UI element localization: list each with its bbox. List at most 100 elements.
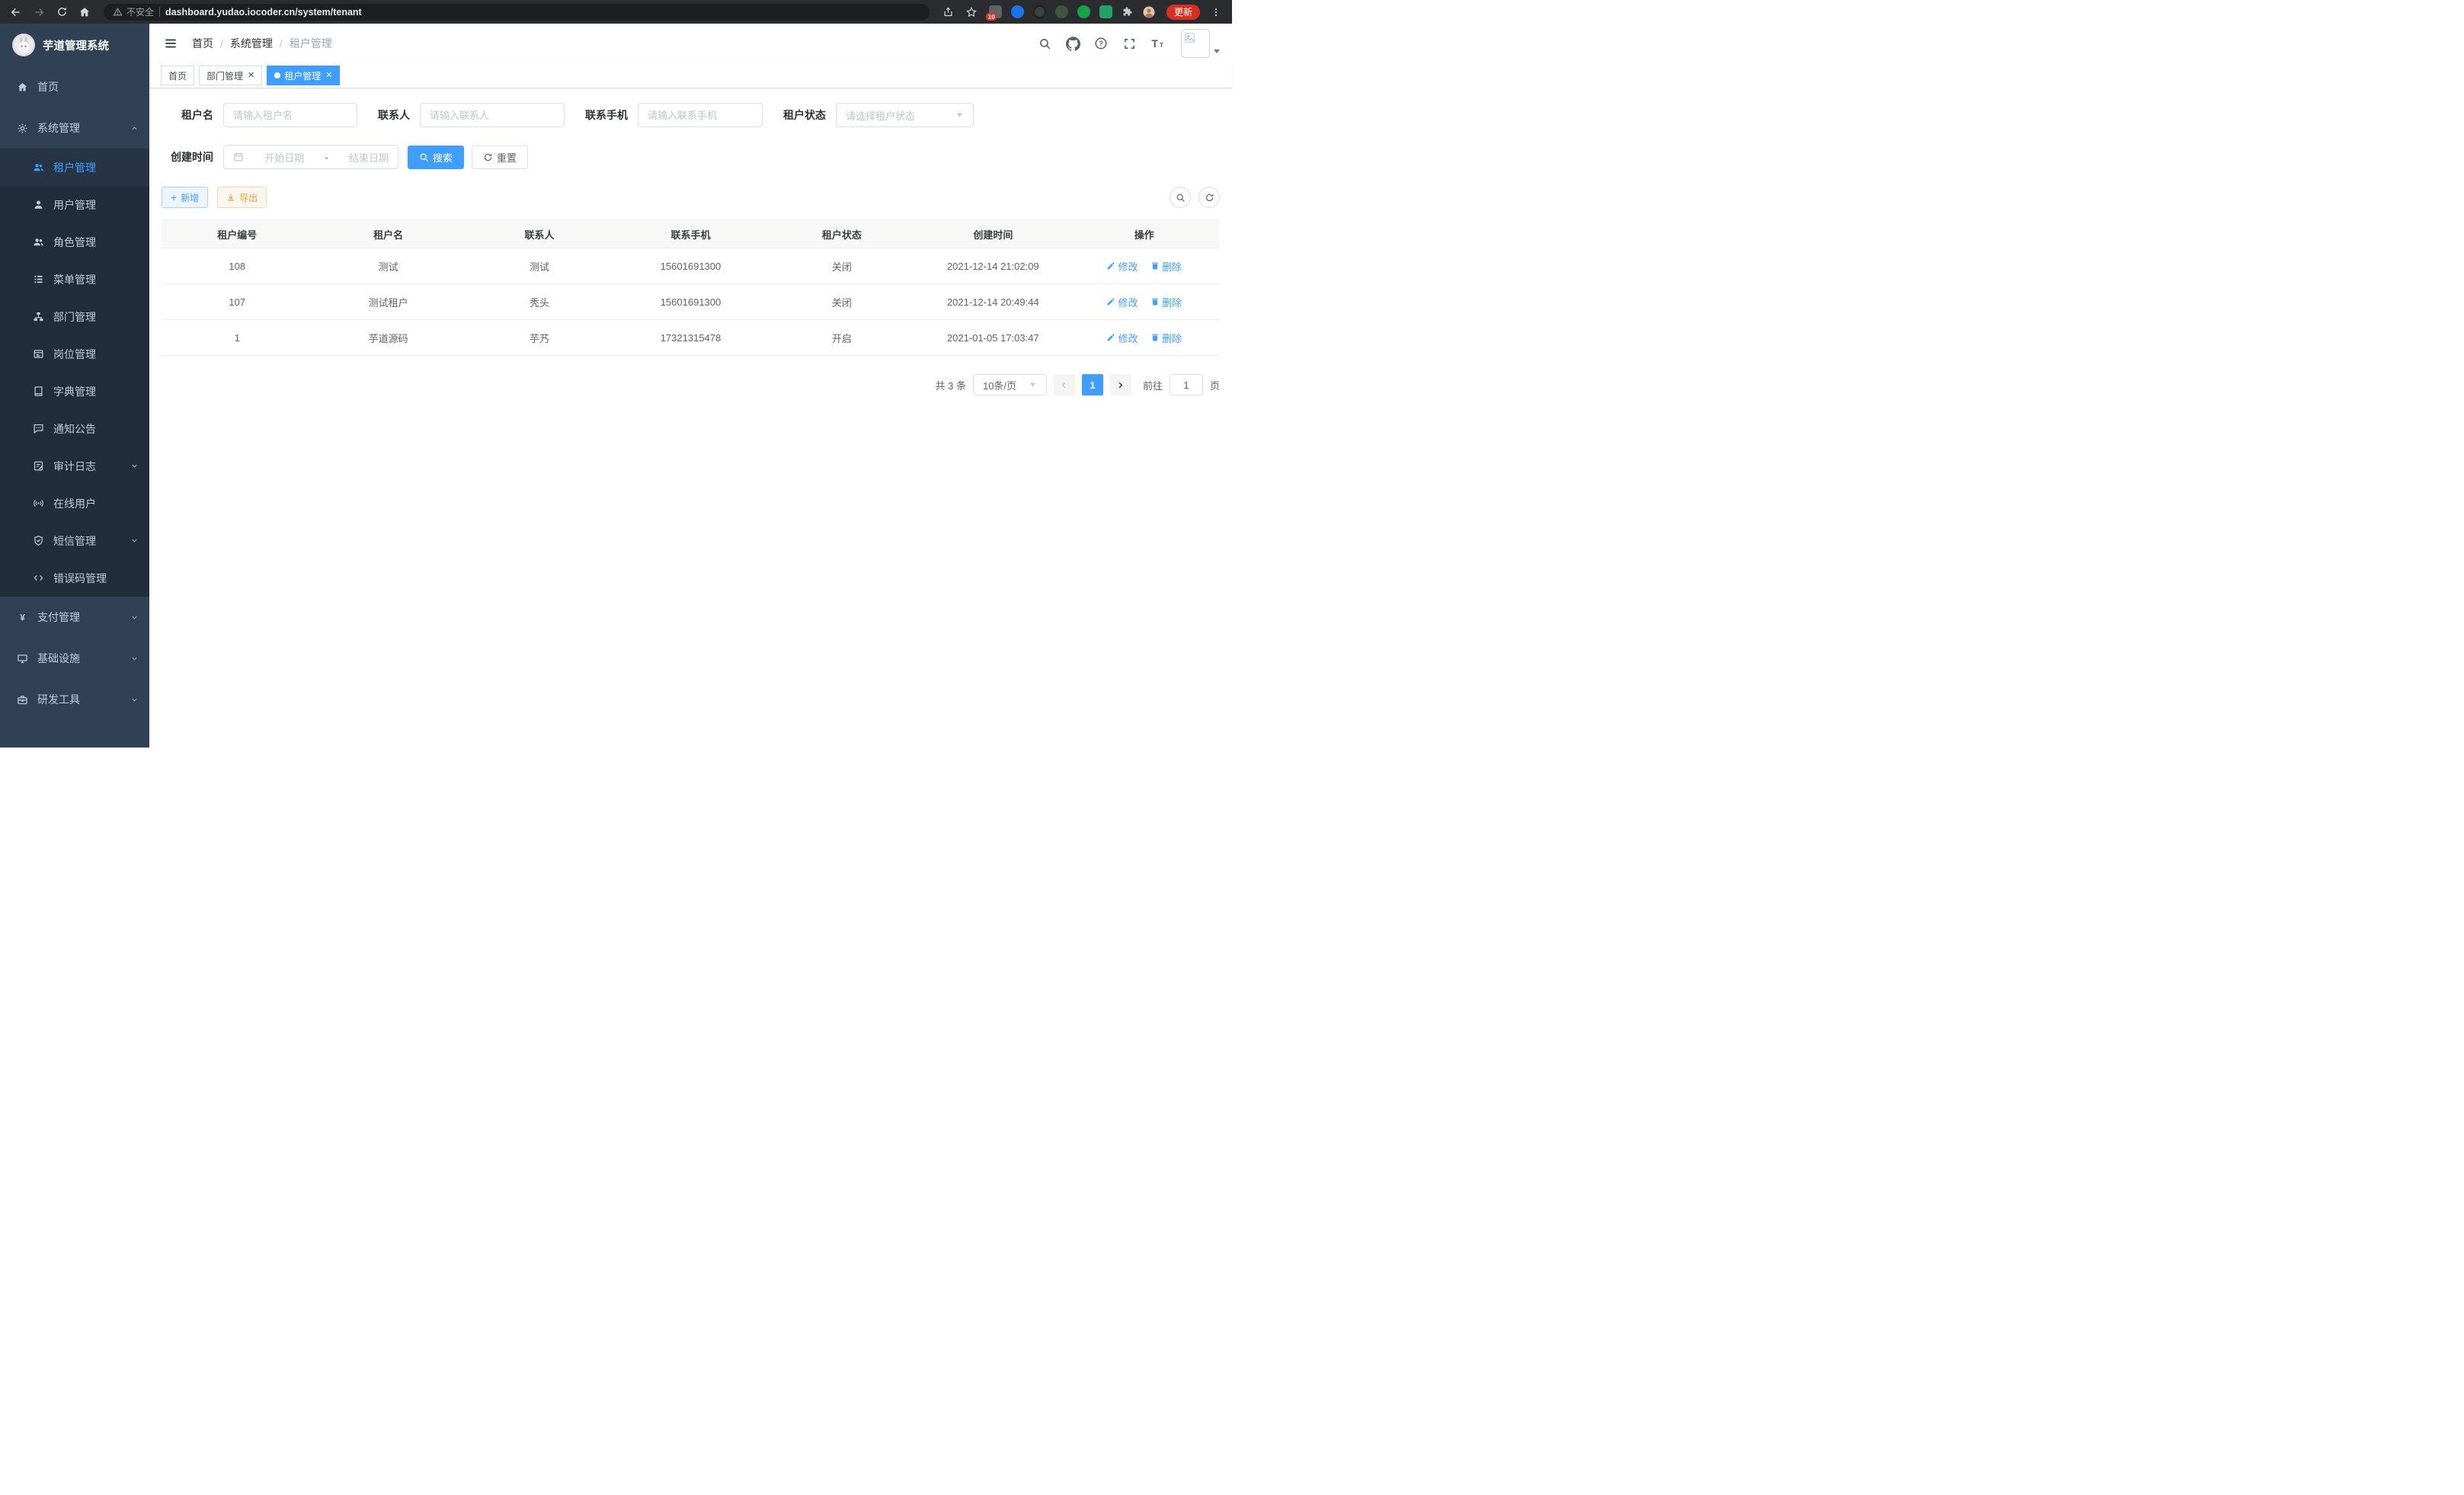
date-end-placeholder: 结束日期 [349, 150, 389, 165]
tab-label: 租户管理 [284, 69, 321, 82]
next-page-button[interactable] [1110, 374, 1131, 395]
page-number-button[interactable]: 1 [1082, 374, 1103, 395]
sidebar-item-home[interactable]: 首页 [0, 66, 149, 107]
github-icon[interactable] [1065, 36, 1080, 51]
chevron-down-icon: ▼ [1029, 381, 1037, 389]
chevron-down-icon [130, 655, 139, 663]
user-icon [32, 199, 44, 211]
phone-input-wrap [638, 103, 763, 127]
breadcrumb-home[interactable]: 首页 [192, 36, 213, 51]
sidebar-item-dev-tools[interactable]: 研发工具 [0, 679, 149, 720]
home-icon [16, 81, 28, 93]
profile-avatar-icon[interactable] [1142, 5, 1156, 19]
tenant-name-input[interactable] [233, 110, 347, 121]
cell-tenant-name: 芋道源码 [312, 320, 463, 356]
page-size-select[interactable]: 10条/页 ▼ [973, 374, 1047, 395]
forward-icon[interactable] [29, 2, 49, 22]
extension-icon[interactable] [1055, 5, 1068, 18]
sidebar-item-audit-log[interactable]: 审计日志 [0, 447, 149, 485]
delete-link[interactable]: 删除 [1150, 295, 1182, 309]
phone-input[interactable] [648, 110, 753, 121]
tab-home[interactable]: 首页 [161, 66, 194, 85]
extension-icon[interactable] [1011, 5, 1024, 18]
announcement-comment-icon [32, 423, 44, 435]
share-icon[interactable] [939, 2, 958, 22]
reset-button[interactable]: 重置 [472, 146, 528, 169]
security-label: 不安全 [126, 5, 154, 18]
chevron-down-icon: ▼ [955, 111, 964, 119]
cell-status: 关闭 [766, 248, 917, 284]
help-icon[interactable]: ? [1093, 36, 1109, 51]
sidebar-item-sms-mgmt[interactable]: 短信管理 [0, 522, 149, 559]
tenant-table: 租户编号 租户名 联系人 联系手机 租户状态 创建时间 操作 108 测试 测试 [162, 219, 1220, 356]
extension-icon[interactable]: 10 [989, 5, 1002, 18]
sidebar-item-role-mgmt[interactable]: 角色管理 [0, 223, 149, 261]
sidebar-item-label: 首页 [37, 79, 59, 94]
export-button[interactable]: 导出 [217, 187, 267, 208]
tab-dept-mgmt[interactable]: 部门管理 ✕ [199, 66, 262, 85]
status-select[interactable]: 请选择租户状态 ▼ [836, 103, 974, 127]
edit-link[interactable]: 修改 [1106, 259, 1138, 274]
tenant-users-icon [32, 162, 44, 174]
contact-input-wrap [420, 103, 565, 127]
sidebar-item-label: 基础设施 [37, 651, 80, 666]
user-avatar-menu[interactable] [1181, 29, 1220, 58]
extension-icon[interactable] [1077, 5, 1090, 18]
edit-link[interactable]: 修改 [1106, 331, 1138, 345]
extensions-puzzle-icon[interactable] [1122, 6, 1133, 18]
edit-pencil-icon [1106, 333, 1115, 342]
extension-icon[interactable] [1099, 5, 1112, 18]
breadcrumb-system[interactable]: 系统管理 [230, 36, 273, 51]
toggle-search-icon[interactable] [1170, 187, 1191, 208]
refresh-icon[interactable] [1198, 187, 1220, 208]
tab-tenant-mgmt[interactable]: 租户管理 ✕ [267, 66, 340, 85]
add-button[interactable]: + 新增 [162, 187, 208, 208]
address-bar[interactable]: 不安全 dashboard.yudao.iocoder.cn/system/te… [104, 4, 930, 21]
search-button[interactable]: 搜索 [408, 146, 464, 169]
sidebar-item-notice[interactable]: 通知公告 [0, 410, 149, 447]
phone-label: 联系手机 [585, 107, 628, 123]
prev-page-button[interactable] [1054, 374, 1075, 395]
extension-icon[interactable] [1033, 5, 1046, 18]
sidebar-item-user-mgmt[interactable]: 用户管理 [0, 186, 149, 223]
font-size-icon[interactable]: TT [1150, 36, 1165, 51]
browser-menu-icon[interactable] [1206, 2, 1226, 22]
app-logo-row[interactable]: 芋道管理系统 [0, 24, 149, 66]
sidebar-item-dict-mgmt[interactable]: 字典管理 [0, 373, 149, 410]
org-tree-icon [32, 311, 44, 323]
date-range-picker[interactable]: 开始日期 - 结束日期 [223, 145, 398, 169]
top-navbar: 首页 / 系统管理 / 租户管理 ? T [149, 24, 1232, 63]
close-icon[interactable]: ✕ [247, 72, 254, 80]
sidebar-item-online-users[interactable]: 在线用户 [0, 485, 149, 522]
delete-link[interactable]: 删除 [1150, 259, 1182, 274]
back-icon[interactable] [6, 2, 26, 22]
search-icon[interactable] [1037, 36, 1052, 51]
sidebar-item-error-code[interactable]: 错误码管理 [0, 559, 149, 597]
sidebar-item-tenant-mgmt[interactable]: 租户管理 [0, 149, 149, 186]
edit-link[interactable]: 修改 [1106, 295, 1138, 309]
home-icon[interactable] [75, 2, 94, 22]
sidebar-item-infrastructure[interactable]: 基础设施 [0, 638, 149, 679]
page-content: 租户名 联系人 联系手机 [149, 88, 1232, 748]
delete-link[interactable]: 删除 [1150, 331, 1182, 345]
contact-input[interactable] [430, 110, 555, 121]
sidebar-item-menu-mgmt[interactable]: 菜单管理 [0, 261, 149, 298]
reload-icon[interactable] [52, 2, 72, 22]
sidebar-item-dept-mgmt[interactable]: 部门管理 [0, 298, 149, 335]
hamburger-icon[interactable] [162, 34, 180, 53]
jump-page-input[interactable] [1170, 374, 1203, 395]
cell-actions: 修改 删除 [1069, 248, 1220, 284]
fullscreen-icon[interactable] [1122, 36, 1137, 51]
close-icon[interactable]: ✕ [325, 72, 332, 80]
cell-contact: 秃头 [464, 284, 615, 320]
cell-actions: 修改 删除 [1069, 284, 1220, 320]
sidebar-item-label: 角色管理 [53, 235, 96, 250]
browser-update-button[interactable]: 更新 [1166, 5, 1200, 20]
bookmark-star-icon[interactable] [962, 2, 981, 22]
sidebar-item-post-mgmt[interactable]: 岗位管理 [0, 335, 149, 373]
sidebar-item-payment[interactable]: ¥ 支付管理 [0, 597, 149, 638]
cell-created-at: 2021-12-14 21:02:09 [917, 248, 1068, 284]
sidebar-item-label: 审计日志 [53, 459, 96, 474]
pagination: 共 3 条 10条/页 ▼ 1 前往 页 [162, 374, 1220, 395]
sidebar-item-system[interactable]: 系统管理 [0, 107, 149, 149]
